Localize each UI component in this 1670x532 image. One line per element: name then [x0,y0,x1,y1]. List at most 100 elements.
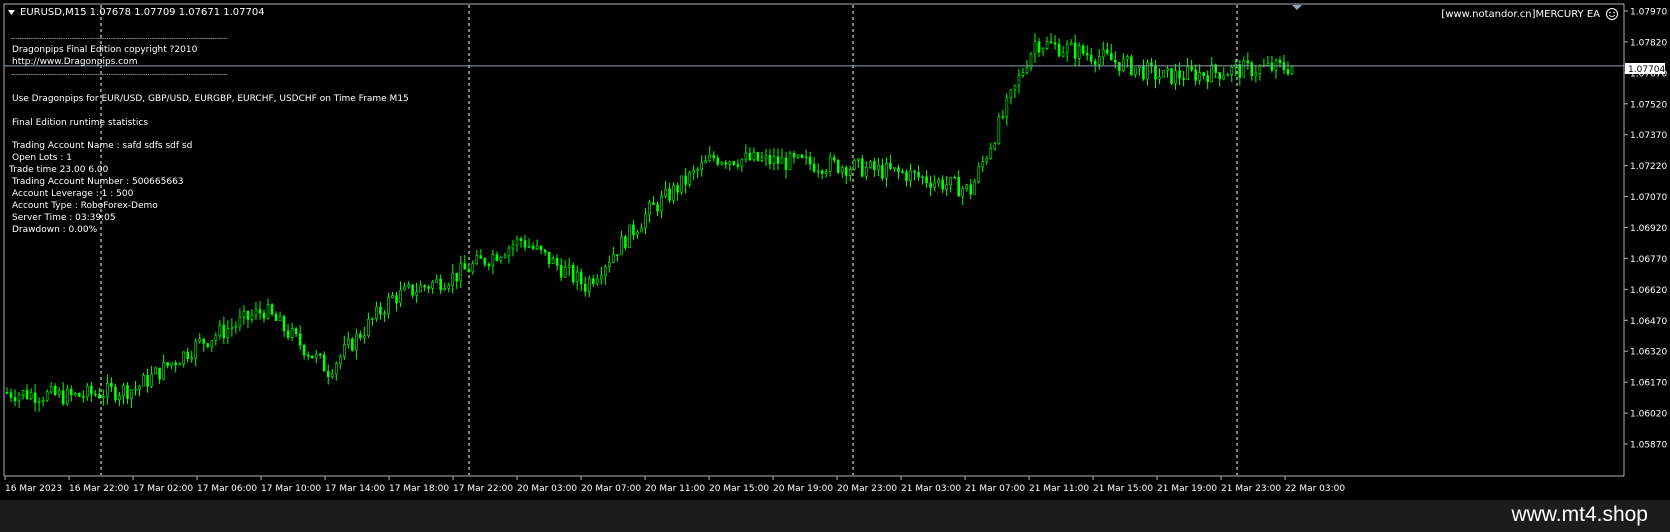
candle-body [310,355,314,359]
candle-body [832,157,836,161]
candle-body [652,202,655,205]
candle-body [539,245,543,251]
candle-body [1158,76,1161,80]
time-tick-label: 22 Mar 03:00 [1285,484,1345,494]
candle-body [708,155,712,161]
candle-body [696,169,699,171]
candle-body [1186,66,1189,80]
candle-body [1242,60,1246,78]
candle-body [989,148,993,159]
candle-body [893,167,896,169]
candle-body [459,263,463,282]
price-chart[interactable]: EURUSD,M15 1.07678 1.07709 1.07671 1.077… [0,0,1670,500]
candle-body [86,385,89,397]
candle-body [1174,70,1177,84]
ea-label: [www.notandor.cn]MERCURY EA [1441,9,1600,20]
candle-body [17,394,21,402]
candle-body [1290,66,1294,75]
candle-body [343,344,346,357]
candle-body [499,257,503,261]
candle-body [977,166,981,182]
candle-body [861,158,864,177]
candle-body [174,362,177,366]
watermark-bar: www.mt4.shop [0,500,1670,532]
candle-body [535,245,539,249]
overlay-website: http://www.Dragonpips.com [12,57,137,67]
candle-body [427,286,430,289]
candle-body [379,306,382,315]
candle-body [660,195,663,212]
candle-body [334,363,338,375]
candle-body [636,231,639,235]
candle-body [583,283,587,292]
candle-body [929,182,932,188]
candle-body [925,176,928,184]
price-tick-label: 1.07070 [1630,193,1667,203]
candle-body [704,160,708,164]
candle-body [612,254,615,263]
candle-body [616,254,619,256]
price-tick-label: 1.06320 [1630,348,1667,358]
candle-body [1286,69,1290,75]
candle-body [45,391,49,401]
candle-body [114,386,117,401]
time-tick-label: 17 Mar 14:00 [325,484,385,494]
candle-body [591,278,595,284]
candle-body [391,295,394,298]
candle-body [326,370,330,377]
candle-body [1101,49,1105,58]
price-tick-label: 1.06470 [1630,317,1667,327]
candle-body [672,185,675,201]
overlay-separator: ----------------------------------------… [11,71,228,78]
time-tick-label: 20 Mar 07:00 [581,484,641,494]
time-tick-label: 21 Mar 19:00 [1157,484,1217,494]
candle-body [1021,72,1025,77]
candle-body [222,324,226,338]
candle-body [1182,77,1185,80]
candle-body [688,172,691,185]
price-tick-label: 1.07520 [1630,100,1667,110]
price-tick-label: 1.06170 [1630,379,1667,389]
candle-body [218,324,222,337]
candle-body [981,161,985,168]
candle-body [53,385,57,395]
candle-body [571,264,575,283]
candle-body [106,382,109,398]
candle-body [1118,61,1121,72]
candle-body [1041,48,1045,53]
current-price-value: 1.07704 [1628,65,1665,75]
candle-body [170,362,173,367]
candle-body [49,385,53,393]
candle-body [463,263,467,270]
time-tick-label: 21 Mar 07:00 [965,484,1025,494]
candle-body [371,318,374,320]
candle-body [1206,75,1209,83]
candle-body [740,158,744,167]
candle-body [965,184,969,190]
chart-window[interactable]: EURUSD,M15 1.07678 1.07709 1.07671 1.077… [0,0,1670,500]
candle-body [905,171,908,181]
candle-body [142,375,145,387]
candle-body [816,170,820,173]
candle-body [1013,84,1017,91]
candle-body [937,179,940,184]
candle-body [1142,65,1145,80]
candle-body [443,288,447,291]
overlay-account-name: Trading Account Name : safd sdfs sdf sd [11,141,192,151]
candle-body [748,152,752,160]
candle-body [254,309,258,316]
candle-body [824,171,828,174]
candle-body [419,285,422,293]
candle-body [784,157,788,170]
candle-body [65,388,69,405]
time-tick-label: 17 Mar 02:00 [133,484,193,494]
candle-body [953,176,956,179]
candle-body [700,162,704,170]
candle-body [1001,116,1005,118]
candle-body [471,263,475,273]
overlay-stats-title: Final Edition runtime statistics [12,118,148,128]
candle-body [395,295,398,304]
candle-body [788,153,792,170]
candle-body [764,155,768,159]
candle-body [567,264,571,268]
